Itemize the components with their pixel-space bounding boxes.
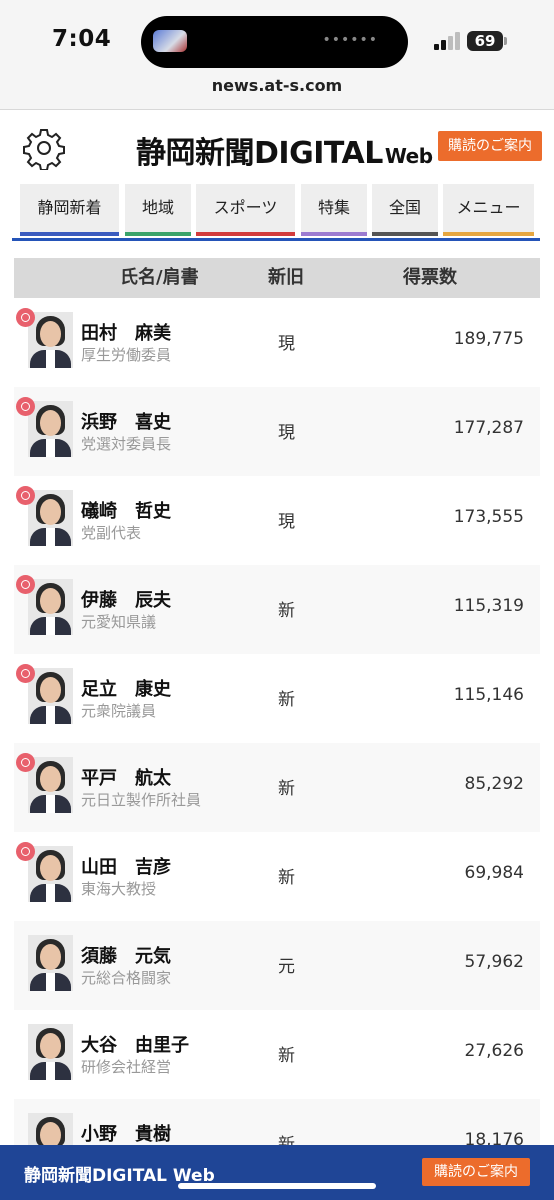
candidate-title: 研修会社経営 (81, 1058, 172, 1076)
tab-sports[interactable]: スポーツ (196, 184, 295, 236)
candidate-status: 元 (278, 957, 295, 977)
candidate-votes: 173,555 (453, 507, 524, 527)
gear-icon[interactable] (22, 126, 66, 171)
candidate-votes: 57,962 (464, 952, 524, 972)
candidate-votes: 189,775 (453, 329, 524, 349)
candidate-name: 足立 康史 (81, 679, 171, 700)
table-row[interactable]: 足立 康史元衆院議員 新 115,146 (14, 654, 540, 743)
elected-badge-icon (16, 664, 35, 683)
candidate-status: 新 (278, 601, 295, 621)
tab-menu[interactable]: メニュー (443, 184, 534, 236)
tab-region[interactable]: 地域 (125, 184, 191, 236)
category-tabs: 静岡新着 地域 スポーツ 特集 全国 メニュー (0, 184, 554, 240)
elected-badge-icon (16, 308, 35, 327)
candidate-photo (28, 935, 73, 991)
elected-badge-icon (16, 753, 35, 772)
tab-national[interactable]: 全国 (372, 184, 438, 236)
table-row[interactable]: 大谷 由里子 研修会社経営 新 27,626 (14, 1010, 540, 1099)
candidate-name: 小野 貴樹 (81, 1124, 171, 1145)
candidate-title: 東海大教授 (81, 880, 157, 898)
candidate-status: 新 (278, 1046, 295, 1066)
tab-features[interactable]: 特集 (301, 184, 367, 236)
candidate-photo (28, 579, 73, 635)
status-bar: 7:04 •••••• 69 news.at-s.com (0, 0, 554, 110)
media-thumbnail-icon (153, 30, 187, 52)
candidate-title: 厚生労働委員 (81, 346, 172, 364)
elected-badge-icon (16, 397, 35, 416)
candidate-status: 現 (278, 423, 295, 443)
table-row[interactable]: 田村 麻美厚生労働委員 現 189,775 (14, 298, 540, 387)
table-row[interactable]: 須藤 元気元総合格闘家 元 57,962 (14, 921, 540, 1010)
header-name: 氏名/肩書 (120, 267, 199, 288)
header-votes: 得票数 (403, 267, 457, 288)
nav-divider (12, 238, 540, 241)
candidate-votes: 177,287 (453, 418, 524, 438)
candidate-photo (28, 846, 73, 902)
candidate-status: 現 (278, 334, 295, 354)
address-bar[interactable]: news.at-s.com (0, 76, 554, 95)
table-row[interactable]: 山田 吉彦東海大教授 新 69,984 (14, 832, 540, 921)
table-row[interactable]: 伊藤 辰夫元愛知県議 新 115,319 (14, 565, 540, 654)
tab-shizuoka-news[interactable]: 静岡新着 (20, 184, 119, 236)
battery-icon: 69 (467, 31, 503, 51)
candidate-photo (28, 757, 73, 813)
candidate-votes: 115,319 (453, 596, 524, 616)
candidate-status: 新 (278, 868, 295, 888)
battery-tip (504, 37, 507, 45)
candidate-name: 大谷 由里子 (81, 1035, 189, 1056)
candidate-name: 伊藤 辰夫 (81, 590, 171, 611)
candidate-photo (28, 490, 73, 546)
signal-icon (434, 32, 462, 50)
candidate-title: 党選対委員長 (81, 435, 172, 453)
elected-badge-icon (16, 575, 35, 594)
candidate-title: 元日立製作所社員 (81, 791, 202, 809)
candidate-status: 現 (278, 512, 295, 532)
candidate-name: 田村 麻美 (81, 323, 171, 344)
candidate-photo (28, 668, 73, 724)
candidate-name: 礒崎 哲史 (81, 501, 171, 522)
candidate-status: 新 (278, 690, 295, 710)
dots-icon: •••••• (322, 32, 378, 48)
table-row[interactable]: 礒崎 哲史党副代表 現 173,555 (14, 476, 540, 565)
header-status: 新旧 (268, 267, 304, 288)
bottom-subscribe-button[interactable]: 購読のご案内 (422, 1158, 530, 1186)
candidate-name: 須藤 元気 (81, 946, 171, 967)
candidate-title: 元愛知県議 (81, 613, 157, 631)
candidate-photo (28, 312, 73, 368)
candidate-title: 元総合格闘家 (81, 969, 172, 987)
candidate-title: 党副代表 (81, 524, 142, 542)
home-indicator (178, 1183, 376, 1189)
bottom-bar: 静岡新聞DIGITAL Web 購読のご案内 (0, 1145, 554, 1200)
candidate-votes: 115,146 (453, 685, 524, 705)
candidate-photo (28, 1024, 73, 1080)
candidate-name: 山田 吉彦 (81, 857, 171, 878)
dynamic-island: •••••• (141, 16, 408, 68)
elected-badge-icon (16, 842, 35, 861)
candidate-votes: 27,626 (464, 1041, 524, 1061)
elected-badge-icon (16, 486, 35, 505)
candidate-status: 新 (278, 779, 295, 799)
clock: 7:04 (52, 26, 112, 52)
table-row[interactable]: 浜野 喜史党選対委員長 現 177,287 (14, 387, 540, 476)
candidate-votes: 69,984 (464, 863, 524, 883)
candidate-title: 元衆院議員 (81, 702, 157, 720)
candidate-name: 平戸 航太 (81, 768, 171, 789)
candidate-name: 浜野 喜史 (81, 412, 171, 433)
candidate-votes: 85,292 (464, 774, 524, 794)
candidate-photo (28, 401, 73, 457)
site-logo[interactable]: 静岡新聞DIGITAL Web (136, 128, 433, 172)
table-header: 氏名/肩書 新旧 得票数 (14, 258, 540, 298)
subscribe-button[interactable]: 購読のご案内 (438, 131, 542, 161)
table-row[interactable]: 平戸 航太元日立製作所社員 新 85,292 (14, 743, 540, 832)
